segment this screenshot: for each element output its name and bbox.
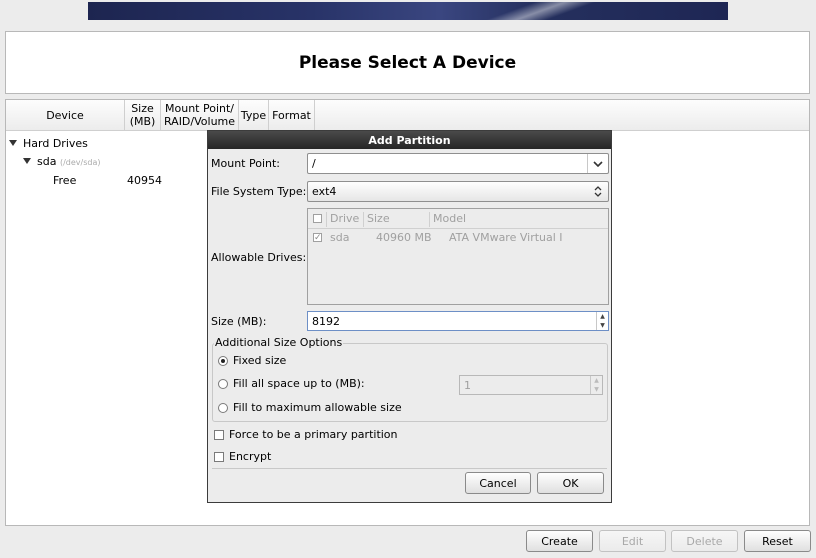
column-size-label: Size (MB) — [129, 102, 156, 128]
tree-row-free[interactable]: Free — [53, 174, 76, 187]
mount-point-combo[interactable]: / — [307, 153, 609, 174]
fixed-size-label-text: Fixed size — [233, 354, 287, 367]
reset-button-label: Reset — [762, 534, 793, 548]
fs-type-select[interactable]: ext4 — [307, 181, 609, 202]
fill-up-to-label-text: Fill all space up to (MB): — [233, 377, 365, 390]
fill-max-label[interactable]: Fill to maximum allowable size — [233, 401, 402, 414]
delete-button-label: Delete — [686, 534, 723, 548]
encrypt-label[interactable]: Encrypt — [229, 450, 271, 463]
fs-type-value: ext4 — [312, 185, 337, 198]
mount-point-value: / — [312, 157, 316, 170]
drives-header: Drive Size Model — [308, 209, 608, 229]
dialog-titlebar[interactable]: Add Partition — [208, 131, 611, 149]
tree-free-size: 40954 — [127, 174, 162, 187]
allowable-drives-label-text: Allowable Drives: — [211, 251, 307, 264]
dialog-separator — [212, 468, 607, 469]
create-button-label: Create — [541, 534, 578, 548]
tree-disk-label: sda — [37, 155, 57, 168]
fill-up-to-label[interactable]: Fill all space up to (MB): — [233, 377, 365, 390]
drive-checkbox: ✓ — [313, 233, 322, 243]
primary-partition-label[interactable]: Force to be a primary partition — [229, 428, 398, 441]
size-spinbox[interactable]: 8192 ▲ ▼ — [307, 311, 609, 331]
encrypt-checkbox[interactable] — [214, 452, 224, 462]
reset-button[interactable]: Reset — [744, 530, 811, 552]
add-partition-dialog: Add Partition Mount Point: / File System… — [207, 130, 612, 503]
fill-max-label-text: Fill to maximum allowable size — [233, 401, 402, 414]
edit-button: Edit — [599, 530, 666, 552]
column-mount[interactable]: Mount Point/ RAID/Volume — [161, 100, 239, 131]
cancel-button-label: Cancel — [479, 476, 517, 490]
drives-col-size: Size — [367, 212, 390, 225]
installer-banner — [88, 2, 728, 20]
fill-up-to-value: 1 — [464, 378, 471, 392]
size-options-title: Additional Size Options — [214, 336, 344, 349]
tree-disk-path: (/dev/sda) — [59, 158, 101, 167]
page-title: Please Select A Device — [5, 31, 810, 94]
drive-row: ✓ sda 40960 MB ATA VMware Virtual I — [308, 228, 608, 247]
tree-row-sda[interactable]: sda (/dev/sda) — [23, 155, 100, 168]
cancel-button[interactable]: Cancel — [465, 472, 531, 494]
column-format-label: Format — [272, 108, 311, 122]
size-label: Size (MB): — [211, 315, 266, 328]
drive-name: sda — [330, 231, 350, 244]
ok-button[interactable]: OK — [537, 472, 604, 494]
allowable-drives-list: Drive Size Model ✓ sda 40960 MB ATA VMwa… — [307, 208, 609, 305]
column-type-label: Type — [240, 108, 267, 122]
encrypt-label-text: Encrypt — [229, 450, 272, 463]
mount-point-label: Mount Point: — [211, 157, 280, 170]
fs-type-label-text: File System Type: — [211, 185, 307, 198]
primary-partition-label-text: Force to be a primary partition — [229, 428, 398, 441]
drive-size: 40960 MB — [376, 231, 432, 244]
primary-partition-checkbox[interactable] — [214, 430, 224, 440]
page-title-text: Please Select A Device — [298, 52, 517, 73]
radio-fixed-size[interactable] — [218, 356, 228, 366]
column-filler — [315, 100, 809, 131]
drives-select-all-checkbox — [313, 214, 322, 223]
expander-down-icon[interactable] — [23, 158, 31, 164]
chevron-down-icon[interactable] — [587, 154, 608, 173]
size-label-text: Size (MB): — [211, 315, 267, 328]
radio-fill-up-to[interactable] — [218, 379, 228, 389]
drive-model: ATA VMware Virtual I — [449, 231, 563, 244]
column-mount-label: Mount Point/ RAID/Volume — [163, 102, 236, 128]
fill-up-to-spinbox: 1 ▲ ▼ — [459, 375, 603, 395]
updown-icon — [588, 182, 608, 201]
spin-arrows-icon: ▲ ▼ — [590, 376, 602, 394]
column-device[interactable]: Device — [6, 100, 125, 131]
column-format[interactable]: Format — [269, 100, 315, 131]
tree-row-hard-drives[interactable]: Hard Drives — [9, 137, 88, 150]
mount-point-label-text: Mount Point: — [211, 157, 280, 170]
allowable-drives-label: Allowable Drives: — [211, 251, 306, 264]
expander-down-icon[interactable] — [9, 140, 17, 146]
drives-col-drive: Drive — [330, 212, 360, 225]
delete-button: Delete — [671, 530, 738, 552]
dialog-title: Add Partition — [368, 133, 451, 147]
drives-col-model: Model — [433, 212, 467, 225]
fixed-size-label[interactable]: Fixed size — [233, 354, 286, 367]
fs-type-label: File System Type: — [211, 185, 306, 198]
ok-button-label: OK — [562, 476, 579, 490]
radio-fill-max[interactable] — [218, 403, 228, 413]
tree-free-label: Free — [53, 174, 77, 187]
column-device-label: Device — [46, 108, 84, 122]
create-button[interactable]: Create — [526, 530, 593, 552]
tree-group-label: Hard Drives — [23, 137, 88, 150]
column-size[interactable]: Size (MB) — [125, 100, 161, 131]
column-type[interactable]: Type — [239, 100, 269, 131]
size-options-title-text: Additional Size Options — [215, 336, 343, 349]
edit-button-label: Edit — [621, 534, 644, 548]
size-value: 8192 — [312, 314, 340, 328]
spin-arrows-icon[interactable]: ▲ ▼ — [596, 312, 608, 330]
tree-free-size-value: 40954 — [127, 174, 162, 187]
